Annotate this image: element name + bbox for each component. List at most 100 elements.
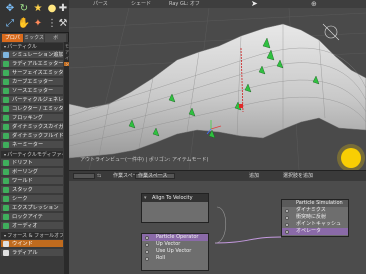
- particle-tool-icon: [3, 195, 9, 202]
- sidebar-item-label: ダイナミックスカイガーデ: [12, 124, 63, 130]
- node-link: [214, 236, 282, 244]
- sidebar-item-label: ワールド: [12, 178, 33, 184]
- particle-tool-icon: [3, 204, 9, 211]
- workspace-dropdown[interactable]: 作業スペース: [135, 173, 175, 179]
- orbit-gizmo[interactable]: [322, 23, 340, 41]
- sidebar-item[interactable]: ドリフト: [1, 159, 63, 167]
- particle-tool-icon: [3, 249, 9, 256]
- viewport-3d[interactable]: パース シェード Ray GL: オフ ➤ ⊕ アウトラインビュー(ー件中) |…: [69, 0, 366, 170]
- sidebar-item-label: カーブエミッター: [12, 79, 54, 85]
- particle-tool-icon: [3, 168, 9, 175]
- sidebar-item-label: コレクター / エミッター: [12, 106, 63, 112]
- add-selected-button[interactable]: 選択肢を追加: [283, 171, 313, 181]
- sidebar-item[interactable]: ダイナミックスカイガーデ: [1, 123, 63, 131]
- simulation-input-row[interactable]: 衝突時に反射: [282, 214, 348, 221]
- shading-menu[interactable]: シェード: [131, 0, 151, 8]
- particle-tool-icon: [3, 159, 9, 166]
- scale-icon[interactable]: ⤢: [4, 18, 16, 30]
- create-icon[interactable]: ✚: [57, 3, 69, 15]
- schematic-panel[interactable]: ⇆ 作業スペース 作業スペース 追加 選択肢を追加 ▾ Align To Velo…: [69, 170, 366, 274]
- particle-tool-icon: [3, 78, 9, 85]
- sidebar-item[interactable]: シミュレーション追加: [1, 51, 63, 59]
- simulation-input-row[interactable]: ダイナミクス: [282, 207, 348, 214]
- sidebar-item[interactable]: ダイナミックフルイド: [1, 132, 63, 140]
- tab-0[interactable]: プロパ: [2, 34, 23, 42]
- simulation-input-row[interactable]: ポイントキャッシュ: [282, 221, 348, 228]
- tab-1[interactable]: ミックス: [23, 34, 45, 42]
- node-port[interactable]: [145, 256, 149, 261]
- sidebar-item[interactable]: ラディアルエミッター: [1, 60, 63, 68]
- hand-icon[interactable]: ✋: [18, 18, 30, 30]
- sidebar-item[interactable]: コレクター / エミッター: [1, 105, 63, 113]
- particle-tool-icon: [3, 177, 9, 184]
- sidebar-item[interactable]: ボーリング: [1, 168, 63, 176]
- particle-tool-icon: [3, 96, 9, 103]
- sidebar-item[interactable]: ワールド: [1, 177, 63, 185]
- main-toolbar: ✥ ↻ ★ ● ✚ ⤢ ✋ ✦ ⋮ ⚒: [0, 0, 69, 33]
- add-button[interactable]: 追加: [249, 171, 259, 181]
- star-icon[interactable]: ★: [32, 3, 44, 15]
- wand-icon[interactable]: ✦: [32, 18, 44, 30]
- tool-dropdown[interactable]: [73, 173, 95, 179]
- move-icon[interactable]: ✥: [4, 3, 16, 15]
- sidebar-item[interactable]: カーブエミッター: [1, 78, 63, 86]
- sidebar-item[interactable]: ロックアイテ: [1, 213, 63, 221]
- sidebar-item[interactable]: オーディオ: [1, 222, 63, 230]
- tab-2[interactable]: ボ: [45, 34, 67, 42]
- sidebar-item[interactable]: ラディアル: [1, 249, 63, 257]
- operator-input-row[interactable]: Use Up Vector: [142, 248, 208, 255]
- node-particle-operator[interactable]: Particle Operator Up Vector Use Up Vecto…: [141, 233, 209, 271]
- sidebar-item[interactable]: ウインド: [1, 240, 63, 248]
- node-port[interactable]: [285, 229, 289, 234]
- particle-tool-icon: [3, 213, 9, 220]
- sidebar-item-label: オーディオ: [12, 223, 38, 229]
- node-port[interactable]: [285, 215, 289, 220]
- cursor-icon: ➤: [251, 0, 258, 8]
- sidebar-section-header[interactable]: パーティクルモディファイヤ: [1, 151, 63, 158]
- particle-tool-icon: [3, 222, 9, 229]
- terrain-mesh[interactable]: [69, 23, 366, 159]
- sidebar-item[interactable]: ソースエミッター: [1, 87, 63, 95]
- sidebar-item[interactable]: パーティクルジェネレータ: [1, 96, 63, 104]
- view-mode-menu[interactable]: パース: [93, 0, 108, 8]
- particle-tool-icon: [3, 240, 9, 247]
- operator-input-row[interactable]: Up Vector: [142, 241, 208, 248]
- sidebar-item[interactable]: エクスプレッション: [1, 204, 63, 212]
- particle-tool-icon: [3, 132, 9, 139]
- panel-tabs: プロパ ミックス ボ: [2, 34, 67, 42]
- raygl-menu[interactable]: Ray GL: オフ: [169, 0, 200, 8]
- node-particle-simulation[interactable]: Particle Simulation ダイナミクス 衝突時に反射 ポイントキャ…: [281, 199, 349, 237]
- sidebar-item[interactable]: サーフェイスエミッター: [1, 69, 63, 77]
- schematic-header: ⇆ 作業スペース 作業スペース 追加 選択肢を追加: [69, 171, 366, 181]
- node-port[interactable]: [285, 208, 289, 213]
- light-item[interactable]: [337, 144, 365, 170]
- simulation-title-row: Particle Simulation: [282, 200, 348, 207]
- node-port[interactable]: [145, 235, 149, 240]
- node-port[interactable]: [145, 242, 149, 247]
- sidebar-section-header[interactable]: パーティクル: [1, 43, 63, 50]
- node-collapse-icon[interactable]: ▾: [144, 194, 147, 202]
- sidebar-section-header[interactable]: フォース & フォールオフ: [1, 232, 63, 239]
- node-title: ▾ Align To Velocity: [142, 194, 208, 202]
- simulation-input-row[interactable]: オペレータ: [282, 228, 348, 235]
- particle-tool-icon: [3, 51, 9, 58]
- sidebar-item-label: スタック: [12, 187, 33, 193]
- sidebar-item[interactable]: シーク: [1, 195, 63, 203]
- sidebar-item[interactable]: ネーミーター: [1, 141, 63, 149]
- viewport-canvas[interactable]: [69, 8, 366, 170]
- node-port[interactable]: [285, 222, 289, 227]
- operator-input-row[interactable]: Roll: [142, 255, 208, 262]
- operator-title-row[interactable]: Particle Operator: [142, 234, 208, 241]
- node-port[interactable]: [145, 249, 149, 254]
- rotate-icon[interactable]: ↻: [18, 3, 30, 15]
- sidebar-item[interactable]: スタック: [1, 186, 63, 194]
- node-align-to-velocity[interactable]: ▾ Align To Velocity: [141, 193, 209, 223]
- sidebar-item-label: ウインド: [12, 241, 33, 247]
- sidebar-item-label: シーク: [12, 196, 28, 202]
- sidebar-item[interactable]: フロッキング: [1, 114, 63, 122]
- sidebar-item-label: ラディアル: [12, 250, 38, 256]
- viewport-header: パース シェード Ray GL: オフ ➤ ⊕: [69, 0, 366, 8]
- link-icon[interactable]: ⇆: [97, 171, 101, 181]
- tool-icon[interactable]: ⚒: [57, 18, 69, 30]
- viewport-nav-icon[interactable]: ⊕: [311, 0, 317, 8]
